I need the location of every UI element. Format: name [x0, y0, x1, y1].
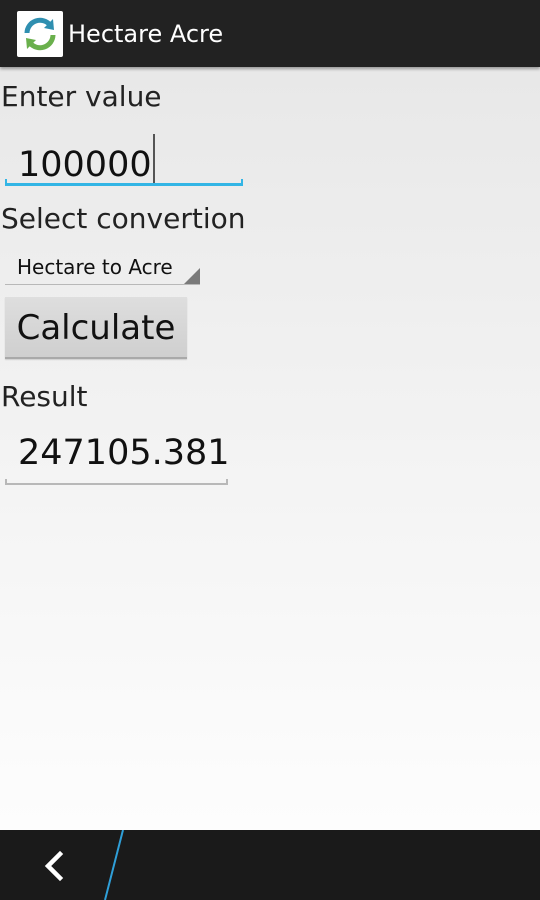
value-input-value[interactable]: 100000: [18, 145, 152, 185]
conversion-spinner-value[interactable]: Hectare to Acre: [17, 254, 173, 280]
calculate-button[interactable]: Calculate: [5, 297, 187, 359]
result-label: Result: [1, 380, 88, 413]
input-underline: [5, 183, 243, 186]
text-cursor: [152, 134, 155, 186]
value-input-text[interactable]: 100000: [18, 134, 155, 186]
app-title: Hectare Acre: [68, 20, 224, 48]
result-underline-tick-left: [5, 479, 7, 485]
nav-divider: [104, 830, 124, 900]
bottom-nav-bar: [0, 830, 540, 900]
result-value[interactable]: 247105.381: [18, 432, 230, 474]
input-underline-tick-left: [5, 179, 7, 186]
result-underline-tick-right: [226, 479, 228, 485]
conversion-spinner[interactable]: Hectare to Acre: [5, 248, 200, 286]
result-field[interactable]: 247105.381: [5, 425, 230, 485]
refresh-arrows-icon: [17, 11, 63, 57]
result-underline: [5, 483, 228, 485]
select-conversion-label: Select convertion: [1, 202, 246, 235]
spinner-underline: [5, 284, 200, 285]
value-input[interactable]: 100000: [5, 128, 243, 186]
input-underline-tick-right: [241, 179, 243, 186]
enter-value-label: Enter value: [1, 80, 162, 113]
dropdown-triangle-icon[interactable]: [184, 268, 200, 284]
action-bar: Hectare Acre: [0, 0, 540, 67]
